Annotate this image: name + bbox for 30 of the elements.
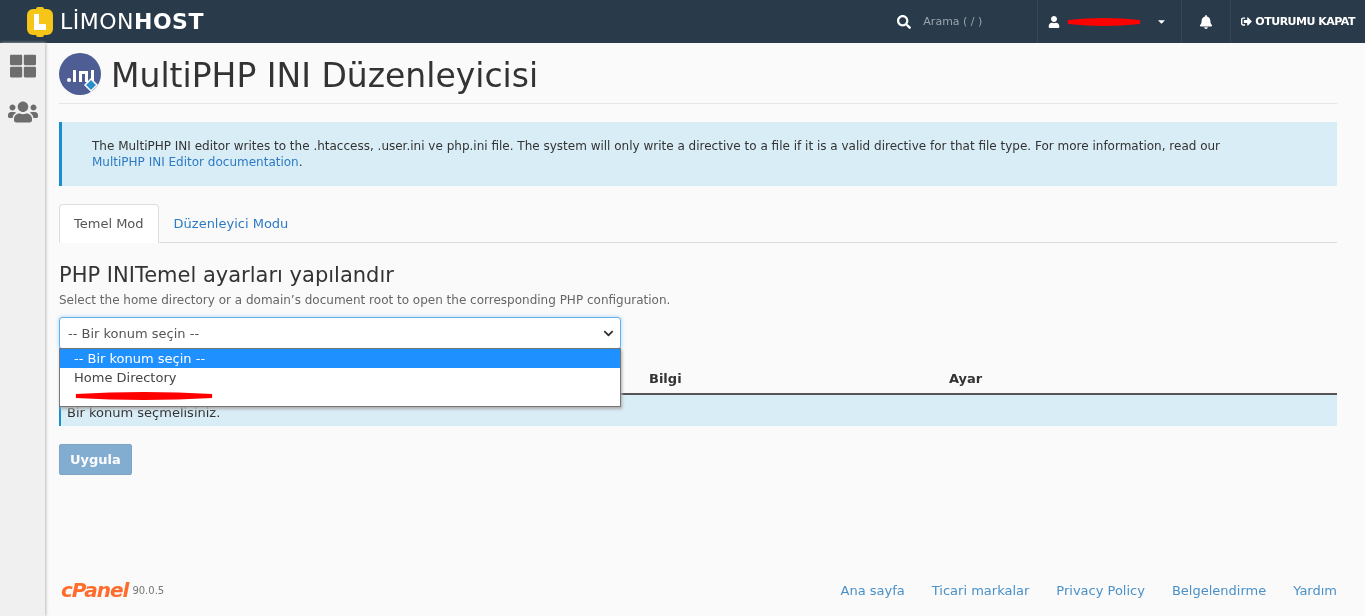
tab[interactable]: Düzenleyici Modu <box>158 204 304 243</box>
column-header: Bilgi <box>649 371 683 388</box>
logout-icon <box>1241 16 1253 27</box>
footer-link[interactable]: Ana sayfa <box>840 582 905 598</box>
dropdown-option[interactable]: -- Bir konum seçin -- <box>60 349 620 368</box>
footer-link[interactable]: Privacy Policy <box>1056 582 1145 598</box>
apps-grid-icon[interactable] <box>9 53 36 79</box>
ini-file-icon <box>59 53 103 97</box>
footer-link[interactable]: Belgelendirme <box>1171 582 1267 598</box>
logout-link[interactable]: OTURUMU KAPAT <box>1231 15 1365 28</box>
section-description: Select the home directory or a domain’s document root to open the corresponding PHP configuration. <box>59 293 672 307</box>
tab[interactable]: Temel Mod <box>59 204 159 243</box>
cpanel-logo: cPanel <box>61 578 129 602</box>
documentation-link[interactable]: MultiPHP INI Editor documentation <box>92 155 299 169</box>
footer-link[interactable]: Ticari markalar <box>931 582 1030 598</box>
dropdown-option[interactable]: Home Directory <box>60 368 620 387</box>
search-icon <box>897 14 912 29</box>
search-field[interactable]: Arama ( / ) <box>921 14 1026 29</box>
brand-logo-icon <box>26 6 54 37</box>
user-icon <box>1048 15 1061 28</box>
section-heading: PHP INITemel ayarları yapılandır <box>59 263 395 287</box>
page-title: MultiPHP INI Düzenleyicisi <box>111 55 539 95</box>
brand-name: LİMONHOST <box>60 9 204 34</box>
location-select[interactable]: -- Bir konum seçin -- <box>59 317 621 349</box>
dropdown-option[interactable] <box>60 387 620 406</box>
footer-link[interactable]: Yardım <box>1293 582 1337 598</box>
info-notice: The MultiPHP INI editor writes to the .htaccess, .user.ini ve php.ini file. The system will only write a directive to a file if it is a valid directive for that file type. For more information, read our MultiPHP INI Editor documentation. <box>59 122 1337 186</box>
column-header: Ayar <box>949 371 984 388</box>
version-label: 90.0.5 <box>132 584 165 596</box>
notifications-icon[interactable] <box>1199 14 1214 29</box>
